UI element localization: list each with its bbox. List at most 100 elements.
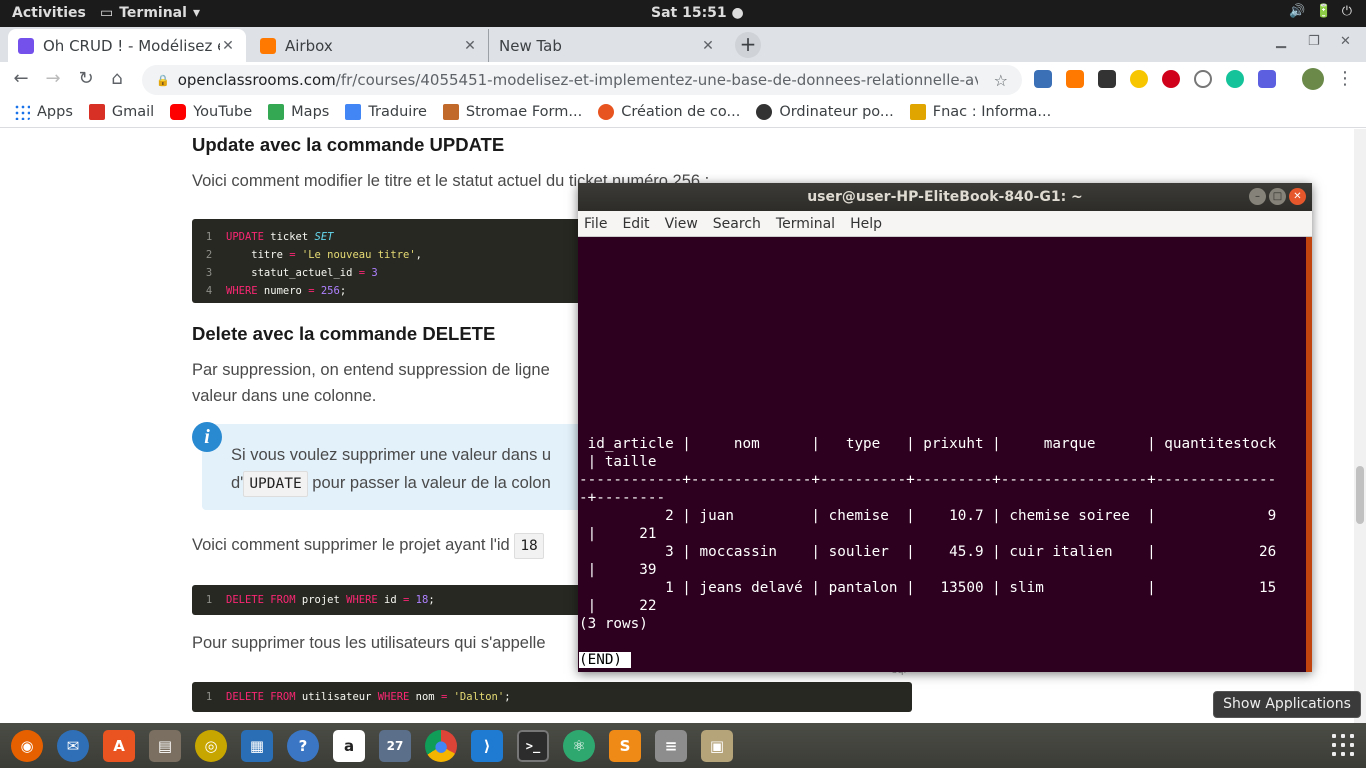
libreoffice-writer-icon[interactable]: ▦	[241, 729, 273, 762]
menu-terminal[interactable]: Terminal	[776, 216, 835, 232]
terminal-title: user@user-HP-EliteBook-840-G1: ~	[578, 183, 1312, 211]
vscode-icon[interactable]: ⟩	[471, 729, 503, 762]
back-icon[interactable]: ←	[10, 68, 32, 90]
menu-edit[interactable]: Edit	[622, 216, 649, 232]
extension-icon[interactable]	[1194, 70, 1212, 88]
menu-file[interactable]: File	[584, 216, 607, 232]
rhythmbox-icon[interactable]: ◎	[195, 729, 227, 762]
address-bar[interactable]: 🔒 openclassrooms.com/fr/courses/4055451-…	[142, 65, 1022, 95]
restore-icon[interactable]: ❐	[1308, 34, 1320, 49]
bookmark-label: Fnac : Informa...	[932, 103, 1052, 120]
bookmark-label: Apps	[37, 103, 73, 120]
app-menu[interactable]: ▭ Terminal ▾	[100, 5, 200, 21]
system-tray[interactable]: 🔊 🔋 ⏻	[1289, 4, 1352, 19]
maps-icon	[268, 103, 285, 120]
grammarly-icon[interactable]	[1226, 70, 1244, 88]
help-icon[interactable]: ?	[287, 729, 319, 762]
close-tab-icon[interactable]: ✕	[462, 38, 478, 54]
extension-icon[interactable]	[1034, 70, 1052, 88]
lock-icon: 🔒	[156, 73, 170, 87]
activities-button[interactable]: Activities	[12, 5, 86, 21]
extension-icon[interactable]	[1130, 70, 1148, 88]
bookmark-maps[interactable]: Maps	[268, 103, 330, 120]
bookmark-label: YouTube	[193, 103, 253, 120]
home-icon[interactable]: ⌂	[106, 68, 128, 90]
bookmark-fnac[interactable]: Fnac : Informa...	[909, 103, 1052, 120]
bookmark-creation[interactable]: Création de co...	[598, 103, 740, 120]
bookmark-gmail[interactable]: Gmail	[88, 103, 154, 120]
terminal-output[interactable]: id_article | nom | type | prixuht | marq…	[578, 237, 1306, 672]
translate-icon	[345, 103, 362, 120]
profile-avatar[interactable]	[1302, 68, 1324, 90]
menu-icon[interactable]: ⋮	[1334, 68, 1356, 90]
url-text: openclassrooms.com/fr/courses/4055451-mo…	[178, 71, 978, 89]
sublime-text-icon[interactable]: S	[609, 729, 641, 762]
terminal-line: | 39	[579, 562, 657, 578]
software-center-icon[interactable]: A	[103, 729, 135, 762]
terminal-menubar: File Edit View Search Terminal Help	[578, 211, 1312, 237]
close-tab-icon[interactable]: ✕	[700, 38, 716, 54]
youtube-icon	[170, 103, 187, 120]
close-window-icon[interactable]: ✕	[1340, 34, 1351, 49]
gmail-icon	[88, 103, 105, 120]
chrome-icon[interactable]: ●	[425, 729, 457, 762]
calendar-icon[interactable]: 27	[379, 729, 411, 762]
extension-icon[interactable]	[1098, 70, 1116, 88]
bookmarks-bar: Apps Gmail YouTube Maps Traduire Stromae…	[0, 96, 1366, 128]
bookmark-youtube[interactable]: YouTube	[170, 103, 253, 120]
image-viewer-icon[interactable]: ▣	[701, 729, 733, 762]
tab-airbox[interactable]: Airbox ✕	[250, 29, 488, 62]
tab-new-tab[interactable]: New Tab ✕	[488, 29, 726, 62]
terminal-line: (3 rows)	[579, 616, 648, 632]
browser-toolbar: ← → ↻ ⌂ 🔒 openclassrooms.com/fr/courses/…	[0, 62, 1366, 96]
minimize-icon[interactable]: ▁	[1276, 34, 1286, 49]
thunderbird-icon[interactable]: ✉	[57, 729, 89, 762]
url-host: openclassrooms.com	[177, 71, 336, 89]
clock[interactable]: Sat 15:51 ●	[651, 5, 744, 21]
menu-search[interactable]: Search	[713, 216, 761, 232]
globe-icon	[756, 103, 773, 120]
show-applications-icon[interactable]	[1332, 734, 1354, 756]
scrollbar-thumb[interactable]	[1356, 466, 1364, 524]
paragraph-delete-2: valeur dans une colonne.	[192, 387, 377, 405]
bookmark-label: Ordinateur po...	[779, 103, 894, 120]
page-scrollbar[interactable]	[1354, 129, 1366, 723]
reload-icon[interactable]: ↻	[75, 68, 97, 90]
terminal-scroll-edge[interactable]	[1306, 237, 1312, 672]
tab-title: Oh CRUD ! - Modélisez et i	[43, 36, 220, 55]
tab-oh-crud[interactable]: Oh CRUD ! - Modélisez et i ✕	[8, 29, 246, 62]
terminal-line: | 22	[579, 598, 657, 614]
database-icon[interactable]: ≡	[655, 729, 687, 762]
close-icon[interactable]: ✕	[1289, 188, 1306, 205]
note-line-1: Si vous voulez supprimer une valeur dans…	[231, 446, 552, 464]
inline-code-18: 18	[514, 533, 544, 559]
bookmark-traduire[interactable]: Traduire	[345, 103, 427, 120]
bookmark-apps[interactable]: Apps	[14, 103, 73, 120]
bookmark-label: Maps	[291, 103, 330, 120]
forward-icon[interactable]: →	[42, 68, 64, 90]
terminal-line: 2 | juan | chemise | 10.7 | chemise soir…	[579, 508, 1277, 524]
extension-icon[interactable]	[1258, 70, 1276, 88]
squirrel-icon	[442, 103, 459, 120]
atom-icon[interactable]: ⚛	[563, 729, 595, 762]
folder-icon	[909, 103, 926, 120]
menu-view[interactable]: View	[665, 216, 698, 232]
files-icon[interactable]: ▤	[149, 729, 181, 762]
volume-icon: 🔊	[1289, 4, 1306, 19]
close-tab-icon[interactable]: ✕	[220, 38, 236, 54]
firefox-icon[interactable]: ◉	[11, 729, 43, 762]
menu-help[interactable]: Help	[850, 216, 882, 232]
bookmark-stromae[interactable]: Stromae Form...	[442, 103, 582, 120]
new-tab-button[interactable]: +	[735, 32, 761, 58]
terminal-cursor	[622, 652, 631, 668]
maximize-icon[interactable]: □	[1269, 188, 1286, 205]
amazon-icon[interactable]: a	[333, 729, 365, 762]
minimize-icon[interactable]: –	[1249, 188, 1266, 205]
extension-icon[interactable]	[1162, 70, 1180, 88]
terminal-icon[interactable]: >_	[517, 729, 549, 762]
apps-grid-icon	[14, 103, 30, 120]
terminal-window[interactable]: user@user-HP-EliteBook-840-G1: ~ – □ ✕ F…	[578, 183, 1312, 672]
bookmark-ordinateur[interactable]: Ordinateur po...	[756, 103, 894, 120]
bookmark-star-icon[interactable]: ☆	[994, 71, 1008, 90]
extension-icon[interactable]	[1066, 70, 1084, 88]
